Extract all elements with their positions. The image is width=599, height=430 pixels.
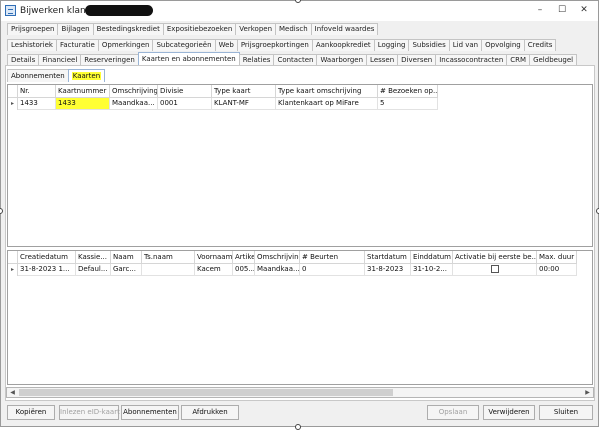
tab-medisch[interactable]: Medisch <box>275 23 312 35</box>
tab-credits[interactable]: Credits <box>523 39 557 51</box>
afdrukken-button[interactable]: Afdrukken <box>181 405 239 420</box>
verwijderen-button[interactable]: Verwijderen <box>483 405 535 420</box>
cell-creatiedatum[interactable]: 31-8-2023 1... <box>18 264 76 276</box>
sluiten-button[interactable]: Sluiten <box>539 405 593 420</box>
cell-naam[interactable]: Garc... <box>111 264 142 276</box>
column-header-activatie-bij-eerste-be[interactable]: Activatie bij eerste be... <box>453 251 537 264</box>
resize-handle-bottom[interactable] <box>295 424 301 430</box>
header-row-indicator <box>8 251 18 264</box>
cell-kassie[interactable]: Defaul... <box>76 264 111 276</box>
tab-prijsgroepkortingen[interactable]: Prijsgroepkortingen <box>236 39 313 51</box>
tab-opmerkingen[interactable]: Opmerkingen <box>97 39 154 51</box>
column-header-beurten[interactable]: # Beurten <box>300 251 365 264</box>
window: Bijwerken klant - – ☐ ✕ Prijsgroepen Bijl… <box>0 0 599 427</box>
column-header-artikel[interactable]: Artikel <box>233 251 255 264</box>
opslaan-button[interactable]: Opslaan <box>427 405 479 420</box>
column-header-divisie[interactable]: Divisie <box>158 85 212 98</box>
tab-lid-van[interactable]: Lid van <box>448 39 483 51</box>
tab-infoveld-waardes[interactable]: Infoveld waardes <box>310 23 379 35</box>
cell-bezoeken-op[interactable]: 5 <box>378 98 438 110</box>
tab-bijlagen[interactable]: Bijlagen <box>57 23 94 35</box>
column-header-einddatum[interactable]: Einddatum <box>411 251 453 264</box>
tab-bestedingskrediet[interactable]: Bestedingskrediet <box>92 23 164 35</box>
column-header-type-kaart-omschrijving[interactable]: Type kaart omschrijving <box>276 85 378 98</box>
cell-activatie-bij-eerste-be[interactable] <box>453 264 537 276</box>
header-row-indicator <box>8 85 18 98</box>
tab-subsidies[interactable]: Subsidies <box>408 39 450 51</box>
subscriptions-grid[interactable]: Creatiedatum Kassie... Naam Ts.naam Voornaam… <box>7 250 593 385</box>
tab-expositiebezoeken[interactable]: Expositiebezoeken <box>162 23 237 35</box>
tab-aankoopkrediet[interactable]: Aankoopkrediet <box>311 39 375 51</box>
tab-web[interactable]: Web <box>214 39 238 51</box>
column-header-voornaam[interactable]: Voornaam <box>195 251 233 264</box>
subtab-abonnementen[interactable]: Abonnementen <box>7 69 69 82</box>
cell-startdatum[interactable]: 31-8-2023 <box>365 264 411 276</box>
row-selector-icon: ▸ <box>8 264 18 276</box>
tab-subcategorieen[interactable]: Subcategorieën <box>152 39 216 51</box>
column-header-startdatum[interactable]: Startdatum <box>365 251 411 264</box>
scroll-right-icon[interactable]: ▶ <box>582 388 593 397</box>
activation-checkbox[interactable] <box>490 265 499 273</box>
column-header-naam[interactable]: Naam <box>111 251 142 264</box>
cell-beurten[interactable]: 0 <box>300 264 365 276</box>
app-icon <box>5 5 16 16</box>
column-header-creatiedatum[interactable]: Creatiedatum <box>18 251 76 264</box>
kopieren-button[interactable]: Kopiëren <box>7 405 55 420</box>
column-header-omschrijving[interactable]: Omschrijving <box>110 85 158 98</box>
tab-verkopen[interactable]: Verkopen <box>235 23 276 35</box>
tab-row-1: Prijsgroepen Bijlagen Bestedingskrediet Exp… <box>7 21 379 35</box>
cell-voornaam[interactable]: Kacem <box>195 264 233 276</box>
cell-type-kaart-omschrijving[interactable]: Klantenkaart op MiFare <box>276 98 378 110</box>
cell-ts-naam[interactable] <box>142 264 195 276</box>
cell-kaartnummer[interactable]: 1433 <box>56 98 110 110</box>
row-selector-icon: ▸ <box>8 98 18 110</box>
cards-grid-header: Nr. Kaartnummer Omschrijving Divisie Type ka… <box>8 85 438 98</box>
cell-type-kaart[interactable]: KLANT-MF <box>212 98 276 110</box>
column-header-type-kaart[interactable]: Type kaart <box>212 85 276 98</box>
tab-logging[interactable]: Logging <box>373 39 410 51</box>
tab-kaarten-en-abonnementen[interactable]: Kaarten en abonnementen <box>137 52 240 66</box>
subtab-kaarten[interactable]: Kaarten <box>67 69 106 82</box>
cell-omschrijving[interactable]: Maandkaa... <box>110 98 158 110</box>
cell-einddatum[interactable]: 31-10-2... <box>411 264 453 276</box>
redacted-name <box>85 5 153 16</box>
column-header-max-duur-b[interactable]: Max. duur b... <box>537 251 577 264</box>
tab-leshistoriek[interactable]: Leshistoriek <box>7 39 57 51</box>
scrollbar-thumb[interactable] <box>19 389 393 396</box>
cell-divisie[interactable]: 0001 <box>158 98 212 110</box>
cell-max-duur-b[interactable]: 00:00 <box>537 264 577 276</box>
horizontal-scrollbar[interactable]: ◀ ▶ <box>6 387 594 398</box>
column-header-kassie[interactable]: Kassie... <box>76 251 111 264</box>
cell-artikel[interactable]: 005... <box>233 264 255 276</box>
scroll-left-icon[interactable]: ◀ <box>7 388 18 397</box>
cards-grid[interactable]: Nr. Kaartnummer Omschrijving Divisie Type ka… <box>7 84 593 247</box>
subtab-label: Kaarten <box>71 72 102 80</box>
column-header-kaartnummer[interactable]: Kaartnummer <box>56 85 110 98</box>
tab-row-3: Details Financieel Reserveringen Kaarten en… <box>7 52 578 66</box>
table-row[interactable]: ▸ 1433 1433 Maandkaa... 0001 KLANT-MF Klantenk… <box>8 98 438 110</box>
abonnementen-button[interactable]: Abonnementen <box>121 405 179 420</box>
minimize-button[interactable]: – <box>532 3 548 18</box>
column-header-ts-naam[interactable]: Ts.naam <box>142 251 195 264</box>
column-header-bezoeken-op[interactable]: # Bezoeken op... <box>378 85 438 98</box>
maximize-button[interactable]: ☐ <box>554 3 570 18</box>
cell-omschrijving[interactable]: Maandkaa... <box>255 264 300 276</box>
tab-opvolging[interactable]: Opvolging <box>481 39 525 51</box>
tab-row-2: Leshistoriek Facturatie Opmerkingen Subcate… <box>7 37 557 51</box>
title-bar: Bijwerken klant - – ☐ ✕ <box>1 1 598 21</box>
subtab-label: Abonnementen <box>11 72 65 80</box>
subscriptions-grid-header: Creatiedatum Kassie... Naam Ts.naam Voornaam… <box>8 251 577 264</box>
column-header-nr[interactable]: Nr. <box>18 85 56 98</box>
inlezen-eid-button[interactable]: Inlezen eID-kaart <box>59 405 120 420</box>
table-row[interactable]: ▸ 31-8-2023 1... Defaul... Garc... Kacem 005.… <box>8 264 577 276</box>
tab-facturatie[interactable]: Facturatie <box>55 39 99 51</box>
column-header-omschrijving[interactable]: Omschrijving <box>255 251 300 264</box>
close-button[interactable]: ✕ <box>576 3 592 18</box>
tab-prijsgroepen[interactable]: Prijsgroepen <box>7 23 59 35</box>
subtab-row: Abonnementen Kaarten <box>7 68 106 82</box>
cell-nr[interactable]: 1433 <box>18 98 56 110</box>
